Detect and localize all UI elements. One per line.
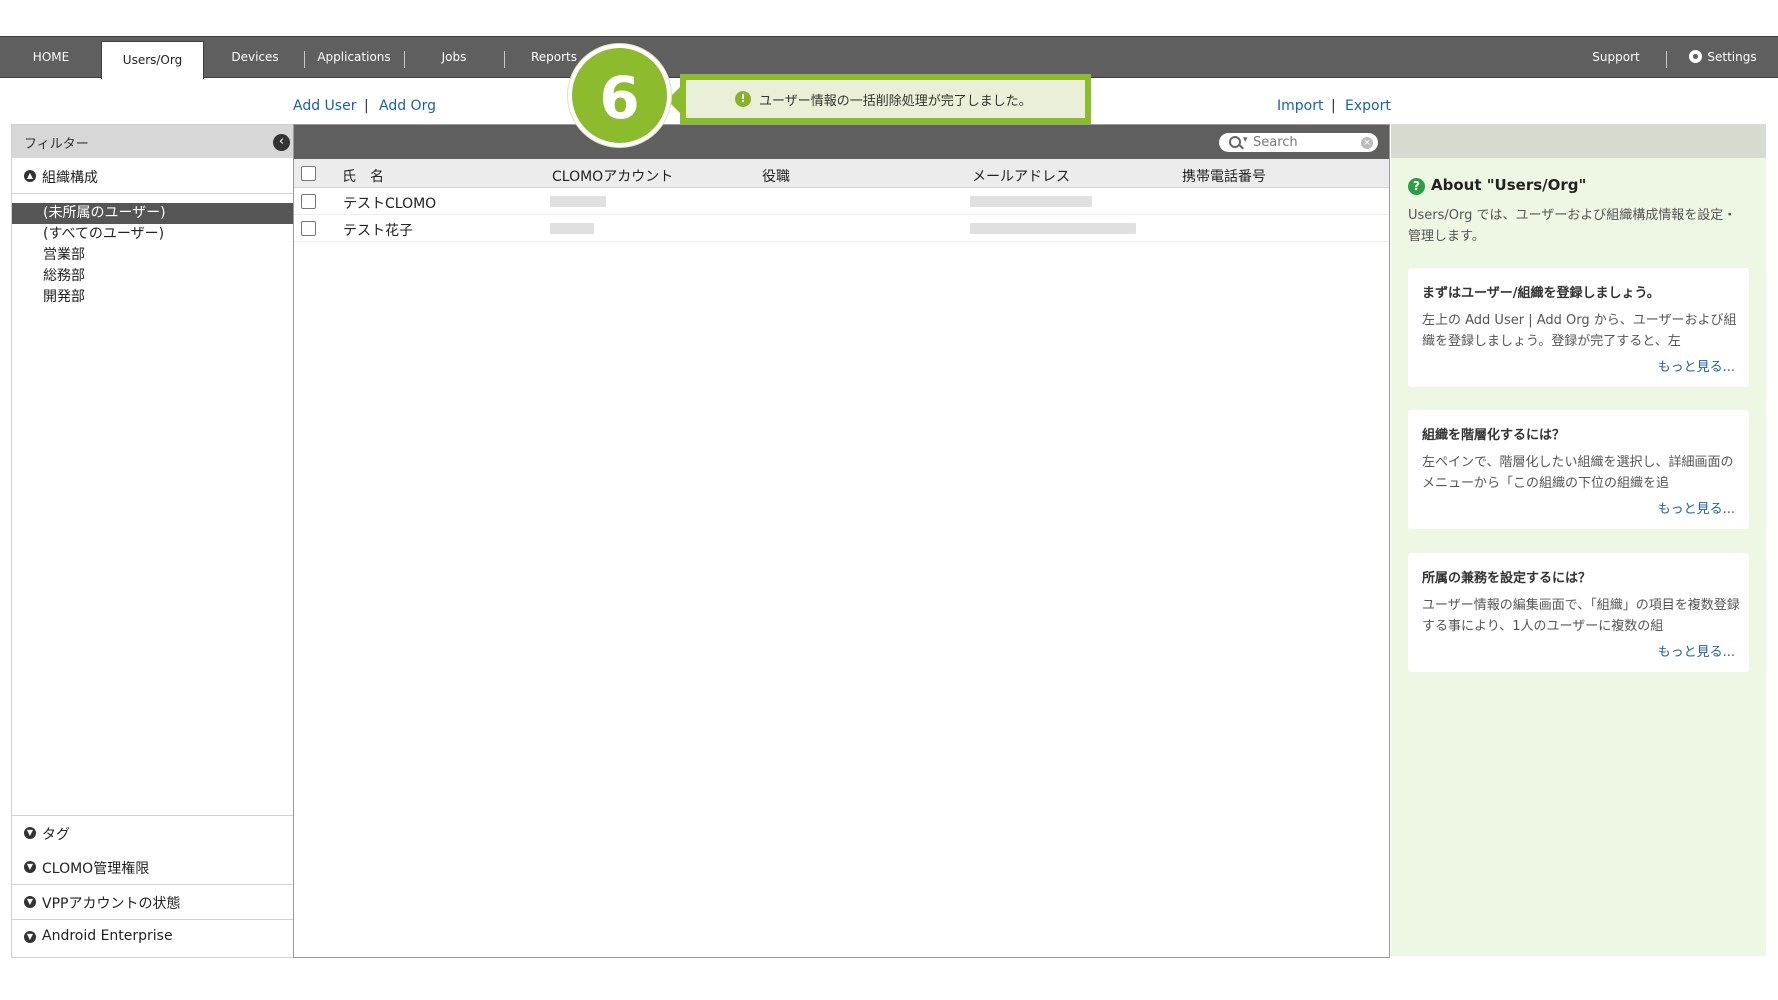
section-label: CLOMO管理権限	[42, 861, 150, 877]
clear-search-icon[interactable]: ×	[1361, 137, 1373, 149]
success-toast: ! ユーザー情報の一括削除処理が完了しました。	[680, 74, 1091, 124]
info-icon: !	[735, 91, 751, 107]
help-card-body: 左ペインで、階層化したい組織を選択し、詳細画面のメニューから「この組織の下位の組…	[1422, 455, 1734, 491]
org-item-general-affairs[interactable]: 総務部	[12, 266, 293, 287]
collapse-sidebar-icon[interactable]: ‹	[273, 134, 290, 151]
help-card: 組織を階層化するには？ 左ペインで、階層化したい組織を選択し、詳細画面のメニュー…	[1408, 410, 1749, 529]
help-card: 所属の兼務を設定するには？ ユーザー情報の編集画面で、「組織」の項目を複数登録す…	[1408, 553, 1749, 672]
tab-separator	[504, 51, 505, 68]
org-item-label: 総務部	[43, 268, 85, 284]
section-vpp-account-status[interactable]: ▼ VPPアカウントの状態	[12, 885, 293, 920]
column-name[interactable]: 氏 名	[342, 166, 384, 186]
help-title: ? About "Users/Org"	[1408, 176, 1586, 195]
help-panel-header	[1391, 124, 1766, 158]
org-item-development[interactable]: 開発部	[12, 287, 293, 308]
link-separator: |	[1331, 98, 1336, 114]
link-separator: |	[364, 98, 369, 114]
tab-devices[interactable]: Devices	[215, 37, 295, 77]
read-more-link[interactable]: もっと見る...	[1658, 498, 1735, 517]
org-item-label: 営業部	[43, 247, 85, 263]
section-android-enterprise[interactable]: ▼ Android Enterprise	[12, 920, 293, 954]
tab-home[interactable]: HOME	[14, 37, 88, 77]
section-label: タグ	[42, 827, 70, 843]
section-clomo-admin-rights[interactable]: ▼ CLOMO管理権限	[12, 850, 293, 885]
chevron-down-icon: ▼	[24, 896, 36, 908]
org-item-unassigned[interactable]: (未所属のユーザー)	[12, 203, 293, 224]
org-item-label: 開発部	[43, 289, 85, 305]
settings-label: Settings	[1707, 50, 1757, 64]
redacted-email	[970, 223, 1136, 234]
user-table-panel: ▾ × 氏 名 CLOMOアカウント 役職 メールアドレス 携帯電話番号 テスト…	[293, 124, 1390, 958]
org-item-label: (すべてのユーザー)	[43, 226, 165, 242]
column-title[interactable]: 役職	[762, 166, 790, 186]
help-card-title: まずはユーザー/組織を登録しましょう。	[1422, 286, 1660, 301]
table-toolbar: ▾ ×	[294, 125, 1389, 159]
search-icon	[1229, 136, 1241, 148]
org-item-label: (未所属のユーザー)	[43, 205, 166, 221]
settings-link[interactable]: Settings	[1678, 37, 1768, 77]
export-link[interactable]: Export	[1345, 98, 1391, 114]
section-org-structure[interactable]: ▲ 組織構成	[12, 159, 293, 194]
redacted-account	[550, 196, 606, 207]
filter-title: フィルター	[24, 137, 89, 152]
help-card: まずはユーザー/組織を登録しましょう。 左上の Add User | Add O…	[1408, 268, 1749, 387]
section-label: VPPアカウントの状態	[42, 896, 181, 912]
help-panel: ? About "Users/Org" Users/Org では、ユーザーおよび組…	[1391, 124, 1766, 956]
read-more-link[interactable]: もっと見る...	[1658, 641, 1735, 660]
section-label: 組織構成	[42, 170, 98, 186]
step-number-badge: 6	[568, 44, 671, 147]
redacted-email	[970, 196, 1092, 207]
tab-separator	[404, 51, 405, 68]
add-org-link[interactable]: Add Org	[379, 98, 436, 114]
tab-users-org[interactable]: Users/Org	[101, 41, 204, 79]
row-checkbox[interactable]	[301, 194, 316, 209]
column-clomo-account[interactable]: CLOMOアカウント	[552, 166, 673, 186]
redacted-account	[550, 223, 594, 234]
gear-icon	[1689, 50, 1703, 63]
chevron-down-icon: ▼	[24, 827, 36, 839]
row-checkbox[interactable]	[301, 221, 316, 236]
chevron-down-icon: ▼	[24, 861, 36, 873]
column-email[interactable]: メールアドレス	[972, 166, 1070, 186]
import-link[interactable]: Import	[1277, 98, 1323, 114]
help-card-body: 左上の Add User | Add Org から、ユーザーおよび組織を登録しま…	[1422, 313, 1737, 349]
search-options-icon[interactable]: ▾	[1243, 135, 1248, 145]
help-title-text: About "Users/Org"	[1431, 176, 1587, 194]
toast-body: ! ユーザー情報の一括削除処理が完了しました。	[686, 80, 1085, 118]
help-card-body: ユーザー情報の編集画面で、「組織」の項目を複数登録する事により、1人のユーザーに…	[1422, 598, 1740, 634]
help-question-icon: ?	[1408, 178, 1425, 195]
search-box[interactable]: ▾ ×	[1219, 133, 1378, 152]
search-input[interactable]	[1253, 134, 1357, 151]
filter-sidebar: フィルター ‹ ▲ 組織構成 (未所属のユーザー) (すべてのユーザー) 営業部…	[11, 124, 294, 958]
tab-separator	[304, 51, 305, 68]
support-link[interactable]: Support	[1580, 37, 1652, 77]
tab-separator	[1666, 51, 1667, 68]
column-mobile[interactable]: 携帯電話番号	[1182, 166, 1266, 186]
user-name: テストCLOMO	[343, 196, 437, 212]
help-card-title: 所属の兼務を設定するには？	[1422, 571, 1592, 586]
top-navigation-bar: HOME Users/Org Devices Applications Jobs…	[0, 36, 1778, 79]
chevron-down-icon: ▼	[24, 931, 36, 943]
org-item-all-users[interactable]: (すべてのユーザー)	[12, 224, 293, 245]
read-more-link[interactable]: もっと見る...	[1658, 356, 1735, 375]
tab-applications[interactable]: Applications	[311, 37, 397, 77]
add-user-link[interactable]: Add User	[293, 98, 356, 114]
toast-message: ユーザー情報の一括削除処理が完了しました。	[759, 94, 1032, 109]
section-label: Android Enterprise	[42, 928, 173, 944]
select-all-checkbox[interactable]	[301, 166, 316, 181]
chevron-up-icon: ▲	[24, 170, 36, 182]
help-description: Users/Org では、ユーザーおよび組織構成情報を設定・管理します。	[1408, 208, 1737, 244]
org-item-sales[interactable]: 営業部	[12, 245, 293, 266]
table-header: 氏 名 CLOMOアカウント 役職 メールアドレス 携帯電話番号	[294, 159, 1389, 188]
table-row[interactable]: テストCLOMO	[294, 188, 1389, 215]
filter-header: フィルター ‹	[12, 125, 293, 158]
tab-jobs[interactable]: Jobs	[420, 37, 488, 77]
section-tags[interactable]: ▼ タグ	[12, 815, 293, 851]
table-row[interactable]: テスト花子	[294, 215, 1389, 242]
user-name: テスト花子	[343, 223, 413, 239]
help-card-title: 組織を階層化するには？	[1422, 428, 1566, 443]
